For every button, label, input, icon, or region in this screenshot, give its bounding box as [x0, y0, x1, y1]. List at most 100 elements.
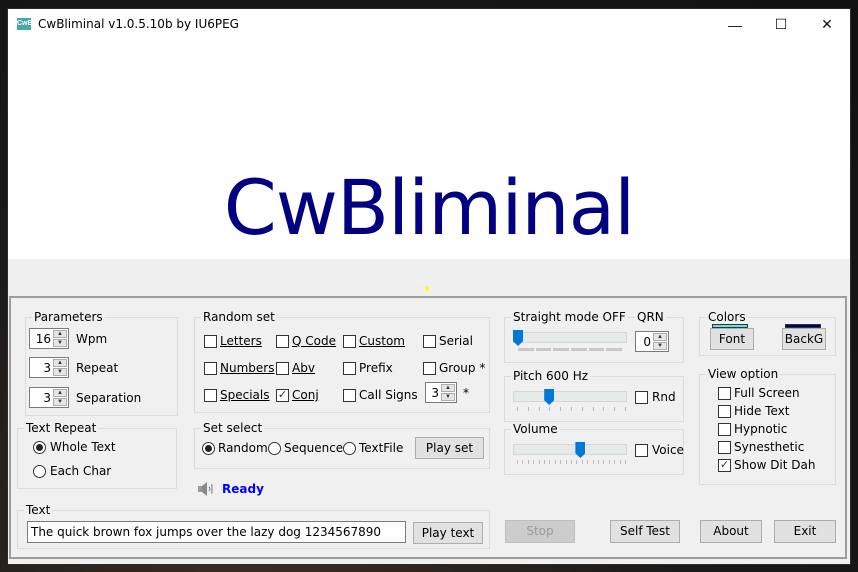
- stop-button[interactable]: Stop: [505, 520, 575, 543]
- close-button[interactable]: ✕: [804, 9, 850, 40]
- abv-label: Abv: [292, 361, 315, 375]
- call-signs-checkbox[interactable]: [343, 389, 356, 402]
- straight-slider-thumb[interactable]: [513, 330, 523, 346]
- text-input[interactable]: The quick brown fox jumps over the lazy …: [27, 521, 406, 543]
- slider-tick: [533, 460, 535, 464]
- spin-down-icon[interactable]: ▼: [441, 393, 455, 401]
- spin-up-icon[interactable]: ▲: [53, 330, 67, 338]
- qrn-label: QRN: [635, 310, 666, 324]
- play-text-button[interactable]: Play text: [413, 522, 483, 544]
- slider-tick: [518, 348, 534, 351]
- volume-group: Volume Voice: [504, 422, 684, 475]
- repeat-label: Repeat: [76, 361, 119, 375]
- slider-tick: [598, 460, 599, 464]
- voice-checkbox[interactable]: [635, 444, 648, 457]
- whole-text-radio[interactable]: [33, 441, 46, 454]
- slider-tick: [614, 407, 616, 411]
- conj-checkbox[interactable]: ✓: [276, 389, 289, 402]
- full-screen-checkbox[interactable]: [718, 387, 731, 400]
- prefix-checkbox[interactable]: [343, 362, 356, 375]
- volume-slider-thumb[interactable]: [575, 442, 586, 458]
- abv-checkbox[interactable]: [276, 362, 289, 375]
- maximize-icon: ☐: [774, 16, 788, 32]
- display-text: CwBliminal: [223, 163, 636, 252]
- serial-checkbox[interactable]: [423, 335, 436, 348]
- colors-group: Colors Font BackG: [699, 310, 836, 356]
- pitch-slider-ticks: [517, 407, 626, 411]
- slider-tick: [538, 460, 540, 464]
- each-char-label: Each Char: [50, 464, 112, 478]
- volume-slider-track[interactable]: [513, 444, 627, 455]
- spin-down-icon[interactable]: ▼: [53, 398, 67, 406]
- separation-label: Separation: [76, 391, 142, 405]
- app-window: CwB CwBliminal v1.0.5.10b by IU6PEG — ☐ …: [8, 9, 850, 564]
- random-set-group: Random set Letters Q Code Custom Serial Numb…: [194, 310, 490, 413]
- close-icon: ✕: [821, 16, 833, 32]
- group-checkbox[interactable]: [423, 362, 436, 375]
- each-char-radio[interactable]: [33, 465, 46, 478]
- straight-mode-label: Straight mode OFF: [511, 310, 628, 324]
- random-radio[interactable]: [202, 442, 215, 455]
- slider-tick: [608, 460, 610, 464]
- slider-tick: [571, 348, 587, 351]
- letters-checkbox[interactable]: [204, 335, 217, 348]
- slider-tick: [538, 407, 540, 411]
- rnd-label: Rnd: [652, 390, 676, 404]
- spin-up-icon[interactable]: ▲: [53, 389, 67, 397]
- rnd-checkbox[interactable]: [635, 391, 648, 404]
- q-code-checkbox[interactable]: [276, 335, 289, 348]
- numbers-checkbox[interactable]: [204, 362, 217, 375]
- volume-label: Volume: [511, 422, 560, 436]
- slider-tick: [625, 407, 626, 411]
- spin-down-icon[interactable]: ▼: [53, 368, 67, 376]
- slider-tick: [576, 460, 578, 464]
- wpm-spinner[interactable]: 16 ▲ ▼: [29, 328, 69, 349]
- slider-tick: [527, 460, 529, 464]
- specials-label: Specials: [220, 388, 270, 402]
- serial-label: Serial: [439, 334, 473, 348]
- text-repeat-label: Text Repeat: [24, 421, 99, 435]
- synesthetic-checkbox[interactable]: [718, 441, 731, 454]
- parameters-group: Parameters 16 ▲ ▼ Wpm 3 ▲ ▼ Repeat 3 ▲ ▼ Se…: [25, 310, 178, 416]
- slider-tick: [544, 460, 545, 464]
- hypnotic-label: Hypnotic: [734, 422, 788, 436]
- group-size-spinner[interactable]: 3 ▲ ▼: [425, 382, 457, 403]
- cw-display-area: CwBliminal: [8, 40, 850, 259]
- sequences-radio[interactable]: [268, 442, 281, 455]
- spin-up-icon[interactable]: ▲: [441, 384, 455, 392]
- pitch-slider-thumb[interactable]: [544, 389, 555, 405]
- spin-down-icon[interactable]: ▼: [653, 342, 667, 350]
- hide-text-checkbox[interactable]: [718, 405, 731, 418]
- separation-spinner[interactable]: 3 ▲ ▼: [29, 387, 69, 408]
- maximize-button[interactable]: ☐: [758, 9, 804, 40]
- play-set-button[interactable]: Play set: [415, 437, 484, 459]
- background-color-button[interactable]: BackG: [782, 328, 826, 350]
- slider-tick: [571, 460, 572, 464]
- pitch-label: Pitch 600 Hz: [511, 369, 591, 383]
- minimize-button[interactable]: —: [712, 9, 758, 40]
- exit-button[interactable]: Exit: [774, 520, 836, 543]
- spin-up-icon[interactable]: ▲: [653, 333, 667, 341]
- about-button[interactable]: About: [700, 520, 762, 543]
- qrn-spinner[interactable]: 0 ▲ ▼: [635, 331, 669, 352]
- hypnotic-checkbox[interactable]: [718, 423, 731, 436]
- straight-slider-track[interactable]: [513, 332, 627, 343]
- group-label: Group *: [439, 361, 486, 375]
- pitch-slider-track[interactable]: [513, 391, 627, 402]
- font-color-button[interactable]: Font: [710, 328, 754, 350]
- letters-label: Letters: [220, 334, 262, 348]
- spin-up-icon[interactable]: ▲: [53, 359, 67, 367]
- hide-text-label: Hide Text: [734, 404, 790, 418]
- specials-checkbox[interactable]: [204, 389, 217, 402]
- repeat-spinner[interactable]: 3 ▲ ▼: [29, 357, 69, 378]
- slider-tick: [517, 407, 518, 411]
- title-bar[interactable]: CwB CwBliminal v1.0.5.10b by IU6PEG — ☐ …: [8, 9, 850, 40]
- view-option-label: View option: [706, 367, 781, 381]
- show-dit-dah-checkbox[interactable]: ✓: [718, 459, 731, 472]
- custom-checkbox[interactable]: [343, 335, 356, 348]
- slider-tick: [592, 407, 594, 411]
- spin-down-icon[interactable]: ▼: [53, 339, 67, 347]
- textfile-radio[interactable]: [343, 442, 356, 455]
- slider-tick: [517, 460, 518, 464]
- self-test-button[interactable]: Self Test: [610, 520, 680, 543]
